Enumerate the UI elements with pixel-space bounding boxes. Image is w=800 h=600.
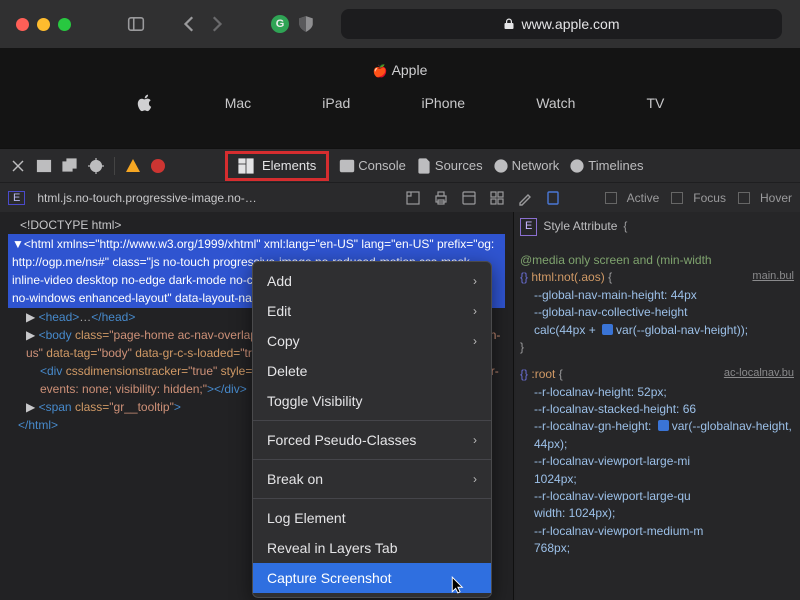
menu-copy[interactable]: Copy› [253,326,491,356]
apple-logo-icon[interactable] [136,94,154,112]
menu-add[interactable]: Add› [253,266,491,296]
address-bar[interactable]: www.apple.com [341,9,782,39]
grid-icon[interactable] [489,190,505,206]
sources-icon [416,158,432,174]
state-hover[interactable]: Hover [738,191,792,205]
menu-break-on[interactable]: Break on› [253,464,491,494]
nav-mac[interactable]: Mac [225,95,251,111]
console-icon [339,158,355,174]
browser-titlebar: G www.apple.com [0,0,800,48]
apple-site-title: 🍎Apple [0,48,800,86]
menu-forced-pseudo[interactable]: Forced Pseudo-Classes› [253,425,491,455]
network-icon [493,158,509,174]
close-devtools-icon[interactable] [10,158,26,174]
dom-tree-panel[interactable]: <!DOCTYPE html> ▼<html xmlns="http://www… [0,212,514,600]
menu-delete[interactable]: Delete [253,356,491,386]
extension-grammarly-icon[interactable]: G [271,15,289,33]
state-active[interactable]: Active [605,191,660,205]
dock-side-icon[interactable] [36,158,52,174]
print-icon[interactable] [433,190,449,206]
tab-console[interactable]: Console [339,158,406,174]
elements-icon [238,158,254,174]
styles-panel[interactable]: EStyle Attribute { @media only screen an… [514,212,800,600]
state-focus[interactable]: Focus [671,191,726,205]
nav-watch[interactable]: Watch [536,95,575,111]
sidebar-toggle-icon[interactable] [127,15,145,33]
styles-header: Style Attribute [543,218,617,235]
dock-detach-icon[interactable] [62,158,78,174]
new-window-icon[interactable] [405,190,421,206]
zoom-window[interactable] [58,18,71,31]
minimize-window[interactable] [37,18,50,31]
page-content: 🍎Apple Mac iPad iPhone Watch TV [0,48,800,148]
tab-sources[interactable]: Sources [416,158,483,174]
error-icon[interactable] [151,159,165,173]
apple-global-nav: Mac iPad iPhone Watch TV [0,86,800,120]
classes-icon[interactable] [461,190,477,206]
target-icon[interactable] [88,158,104,174]
cursor-icon [450,576,468,594]
layers-icon[interactable] [545,190,561,206]
tab-timelines[interactable]: Timelines [569,158,643,174]
element-badge[interactable]: E [8,191,25,205]
menu-edit[interactable]: Edit› [253,296,491,326]
url-text: www.apple.com [521,16,619,32]
css-selector-2[interactable]: :root [531,367,555,381]
nav-ipad[interactable]: iPad [322,95,350,111]
devtools-toolbar: E html.js.no-touch.progressive-image.no-… [0,182,800,212]
menu-reveal-layers[interactable]: Reveal in Layers Tab [253,533,491,563]
lock-icon [503,18,515,30]
nav-iphone[interactable]: iPhone [421,95,465,111]
context-menu: Add› Edit› Copy› Delete Toggle Visibilit… [252,261,492,598]
dom-doctype[interactable]: <!DOCTYPE html> [8,216,505,234]
menu-toggle-visibility[interactable]: Toggle Visibility [253,386,491,416]
breadcrumb[interactable]: html.js.no-touch.progressive-image.no-… [37,191,256,205]
window-controls [16,18,71,31]
tab-network[interactable]: Network [493,158,560,174]
tab-elements[interactable]: Elements [225,151,329,181]
close-window[interactable] [16,18,29,31]
css-selector-1[interactable]: html:not(.aos) [531,270,604,284]
css-file-1[interactable]: main.bul [752,269,794,285]
warning-icon[interactable] [125,158,141,174]
back-button[interactable] [181,15,199,33]
devtools-tabbar: Elements Console Sources Network Timelin… [0,148,800,182]
paint-icon[interactable] [517,190,533,206]
style-badge: E [520,218,537,236]
timelines-icon [569,158,585,174]
css-file-2[interactable]: ac-localnav.bu [724,366,794,382]
nav-tv[interactable]: TV [647,95,665,111]
menu-log-element[interactable]: Log Element [253,503,491,533]
forward-button[interactable] [207,15,225,33]
shield-icon[interactable] [297,15,315,33]
media-rule: @media only screen and (min-width [520,253,712,267]
